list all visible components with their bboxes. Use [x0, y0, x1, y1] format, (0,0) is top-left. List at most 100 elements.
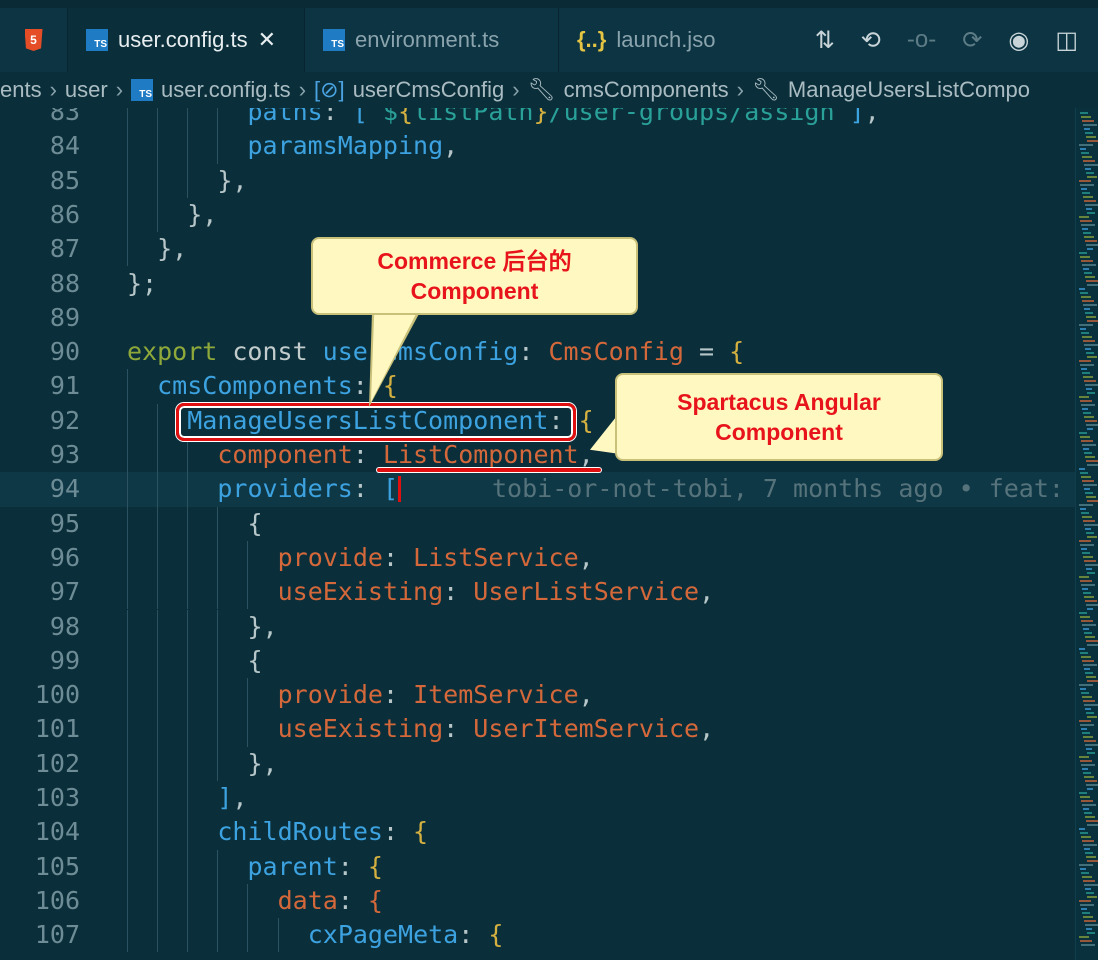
- minimap-line: [1079, 504, 1093, 506]
- minimap-line: [1079, 144, 1093, 146]
- code-line[interactable]: 90 export const userCmsConfig: CmsConfig …: [0, 335, 1075, 369]
- indent-guide: [217, 678, 219, 713]
- minimap-line: [1084, 344, 1098, 346]
- tab-html[interactable]: 5: [0, 8, 68, 72]
- minimap-line: [1083, 592, 1091, 594]
- indent-guide: [217, 918, 219, 953]
- minimap-line: [1080, 688, 1086, 690]
- code-token: :: [322, 108, 353, 126]
- minimap-line: [1081, 584, 1095, 586]
- minimap-line: [1079, 576, 1089, 578]
- callout-spartacus: Spartacus Angular Component: [615, 373, 943, 461]
- minimap-line: [1086, 604, 1098, 606]
- minimap-line: [1086, 352, 1094, 354]
- code-token: paramsMapping: [247, 131, 444, 161]
- close-icon[interactable]: ✕: [258, 27, 276, 53]
- minimap-line: [1081, 188, 1087, 190]
- tab-launch[interactable]: {..} launch.jso: [559, 8, 722, 72]
- code-line[interactable]: 104 childRoutes: {: [0, 815, 1075, 850]
- code-token: ,: [864, 108, 880, 126]
- minimap-line: [1082, 408, 1088, 410]
- code-token: :: [352, 474, 383, 504]
- code-line[interactable]: 94 providers: [tobi-or-not-tobi, 7 months…: [0, 472, 1075, 507]
- minimap-line: [1087, 392, 1095, 394]
- minimap-line: [1086, 784, 1098, 786]
- code-line[interactable]: 101 useExisting: UserItemService,: [0, 712, 1075, 747]
- minimap-line: [1086, 244, 1098, 246]
- minimap-line: [1083, 664, 1097, 666]
- code-line[interactable]: 83 paths: [`${listPath}/user-groups/assig…: [0, 108, 1075, 130]
- code-token: /user-groups/assign`: [548, 108, 850, 126]
- tab-environment[interactable]: TS environment.ts: [305, 8, 559, 72]
- indent-guide: [127, 403, 128, 438]
- code-line[interactable]: 98},: [0, 609, 1075, 644]
- code-line[interactable]: 106 data: {: [0, 883, 1075, 919]
- code-token: [: [352, 108, 368, 126]
- code-line[interactable]: 97 useExisting: UserListService,: [0, 575, 1075, 610]
- minimap-line: [1080, 400, 1092, 402]
- breadcrumb-item[interactable]: user.config.ts: [161, 77, 291, 103]
- breadcrumb-item[interactable]: user: [65, 77, 108, 103]
- git-lens-icon[interactable]: ◉: [1008, 26, 1029, 55]
- code-line[interactable]: 99 {: [0, 643, 1075, 679]
- line-number: 84: [49, 131, 80, 161]
- code-line[interactable]: 102},: [0, 746, 1075, 781]
- code-token: {: [367, 885, 383, 915]
- minimap-line: [1085, 168, 1091, 170]
- minimap[interactable]: [1075, 108, 1098, 960]
- minimap-line: [1081, 332, 1089, 334]
- minimap-line: [1083, 376, 1093, 378]
- breadcrumb-item[interactable]: cmsComponents: [564, 77, 729, 103]
- minimap-line: [1083, 304, 1097, 306]
- minimap-line: [1080, 436, 1090, 438]
- code-line[interactable]: 95 {: [0, 506, 1075, 541]
- code-line[interactable]: 103],: [0, 781, 1075, 816]
- code-text: useExisting: UserItemService,: [278, 712, 715, 746]
- code-line[interactable]: 105 parent: {: [0, 849, 1075, 884]
- code-line[interactable]: 107 cxPageMeta: {: [0, 918, 1075, 953]
- line-number: 99: [49, 645, 80, 675]
- breadcrumb-item[interactable]: ManageUsersListCompo: [788, 77, 1030, 103]
- next-change-icon[interactable]: ⟳: [962, 26, 982, 55]
- minimap-line: [1081, 368, 1087, 370]
- minimap-line: [1087, 752, 1095, 754]
- minimap-line: [1080, 652, 1088, 654]
- indent-guide: [157, 815, 159, 850]
- minimap-line: [1087, 464, 1098, 466]
- previous-change-icon[interactable]: ⟲: [861, 26, 881, 55]
- breadcrumb-item[interactable]: userCmsConfig: [353, 77, 505, 103]
- minimap-line: [1087, 932, 1095, 934]
- minimap-line: [1080, 220, 1092, 222]
- minimap-line: [1085, 204, 1098, 206]
- tab-user-config[interactable]: TS user.config.ts ✕: [68, 8, 305, 72]
- minimap-line: [1085, 924, 1098, 926]
- minimap-line: [1086, 568, 1092, 570]
- code-token: CmsConfig: [548, 337, 684, 367]
- minimap-line: [1084, 488, 1090, 490]
- minimap-line: [1084, 452, 1092, 454]
- code-line[interactable]: 100 provide: ItemService,: [0, 678, 1075, 713]
- indent-guide: [187, 918, 189, 953]
- code-line[interactable]: 84 paramsMapping,: [0, 129, 1075, 164]
- compare-changes-icon[interactable]: ⇅: [815, 26, 835, 55]
- split-editor-icon[interactable]: ◫: [1055, 26, 1078, 55]
- code-token: :: [443, 714, 474, 744]
- indent-guide: [187, 506, 189, 541]
- code-text: parent: {: [247, 850, 382, 884]
- breadcrumb-item[interactable]: ents: [0, 77, 42, 103]
- line-number: 107: [34, 920, 80, 950]
- minimap-line: [1079, 216, 1089, 218]
- minimap-line: [1079, 432, 1087, 434]
- wrench-icon: 🔧︎: [527, 77, 556, 102]
- indent-guide: [127, 609, 128, 644]
- code-line[interactable]: 85},: [0, 163, 1075, 198]
- indent-guide: [187, 438, 189, 473]
- minimap-line: [1080, 148, 1086, 150]
- commit-icon[interactable]: -o-: [907, 26, 936, 54]
- code-line[interactable]: 96 provide: ListService,: [0, 540, 1075, 576]
- minimap-line: [1082, 660, 1094, 662]
- code-line[interactable]: 86},: [0, 197, 1075, 233]
- minimap-line: [1083, 628, 1089, 630]
- code-token: `$: [367, 108, 399, 126]
- code-editor[interactable]: 83 paths: [`${listPath}/user-groups/assig…: [0, 108, 1075, 960]
